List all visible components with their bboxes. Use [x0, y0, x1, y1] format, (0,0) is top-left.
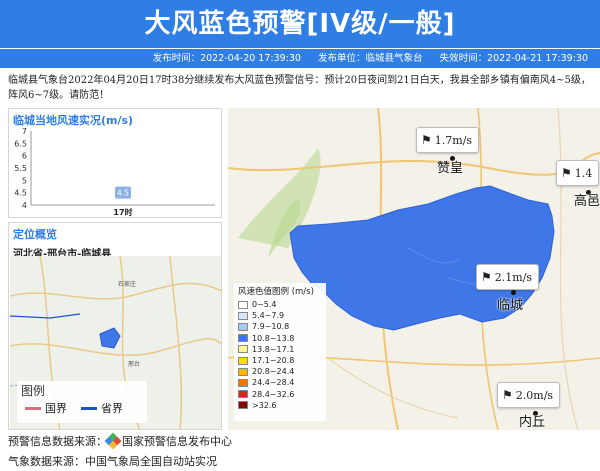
y-tick-label: 4 [22, 201, 27, 210]
publish-time: 发布时间：2022-04-20 17:39:30 [152, 53, 301, 64]
station-speed: 2.0m/s [515, 389, 554, 402]
wind-legend-swatch [238, 356, 248, 365]
wind-legend-label: 13.8~17.1 [252, 344, 295, 354]
y-tick-label: 5 [22, 176, 27, 185]
station-wind-box[interactable]: ⚑ 1.4 [556, 160, 600, 186]
weather-source-name: 中国气象局全国自动站实况 [85, 455, 217, 468]
legend-item-label: 省界 [101, 402, 123, 415]
y-tick-label: 4.5 [14, 189, 27, 198]
wind-legend-item: 28.4~32.6 [238, 389, 322, 400]
station-wind-box[interactable]: ⚑ 1.7m/s [416, 127, 480, 153]
station-name: 临城 [497, 298, 524, 313]
warning-source-label: 预警信息数据来源： [8, 435, 107, 448]
wind-flag-icon: ⚑ [481, 270, 492, 284]
y-tick-label: 6.5 [14, 139, 27, 148]
map-label-shijiazhuang: 石家庄 [118, 280, 136, 288]
national-border-line [25, 406, 41, 410]
warning-source: 预警信息数据来源： 国家预警信息发布中心 [8, 432, 232, 450]
location-panel-title: 定位概览 [13, 228, 57, 241]
wind-legend-item: 7.9~10.8 [238, 321, 322, 332]
wind-legend-item: 5.4~7.9 [238, 310, 322, 321]
wind-flag-icon: ⚑ [502, 388, 513, 402]
wind-legend-label: >32.6 [252, 400, 277, 410]
wind-speed-panel: 临城当地风速实况(m/s) 7 6.5 6 5.5 5 4.5 4 4.5 17时 [8, 108, 222, 218]
wind-legend-item: 0~5.4 [238, 299, 322, 310]
station-speed: 1.4 [574, 167, 593, 180]
wind-legend-swatch [238, 401, 248, 410]
wind-legend-swatch [238, 378, 248, 387]
wind-legend-swatch [238, 345, 248, 354]
station-speed: 1.7m/s [434, 134, 473, 147]
wind-legend-swatch [238, 334, 248, 343]
wind-legend-swatch [238, 322, 248, 331]
publish-unit: 发布单位：临城县气象台 [318, 53, 423, 64]
wind-legend-item: 17.1~20.8 [238, 355, 322, 366]
wind-speed-legend: 风速色值图例 (m/s) 0~5.4 5.4~7.9 7.9~10.8 10.8~13… [234, 283, 326, 421]
station-speed: 2.1m/s [494, 271, 533, 284]
y-tick-label: 6 [22, 152, 27, 161]
wind-legend-label: 28.4~32.6 [252, 389, 295, 399]
wind-legend-label: 24.4~28.4 [252, 378, 295, 388]
wind-legend-swatch [238, 367, 248, 376]
wind-bar-label: 4.5 [117, 189, 129, 198]
meta-bar: 发布时间：2022-04-20 17:39:30 发布单位：临城县气象台 失效时… [0, 49, 600, 68]
wind-legend-item: 10.8~13.8 [238, 333, 322, 344]
province-border-line [81, 406, 97, 410]
wind-speed-chart: 7 6.5 6 5.5 5 4.5 4 4.5 17时 [14, 127, 215, 217]
wind-legend-label: 20.8~24.4 [252, 367, 295, 377]
x-category-label: 17时 [113, 207, 132, 217]
overview-legend: 图例 国界 省界 [17, 381, 147, 423]
warning-description: 临城县气象台2022年04月20日17时38分继续发布大风蓝色预警信号：预计20… [8, 75, 591, 101]
y-tick-label: 5.5 [14, 164, 27, 173]
y-tick-label: 7 [22, 127, 27, 136]
wind-legend-item: 24.4~28.4 [238, 377, 322, 388]
station-wind-box[interactable]: ⚑ 2.0m/s [497, 382, 561, 408]
wind-flag-icon: ⚑ [421, 133, 432, 147]
station-name: 高邑 [574, 194, 600, 209]
station-name: 内丘 [519, 415, 546, 430]
wind-legend-label: 5.4~7.9 [252, 311, 285, 321]
wind-legend-label: 0~5.4 [252, 300, 277, 310]
wind-legend-swatch [238, 300, 248, 309]
legend-item-label: 国界 [45, 402, 67, 415]
warning-source-name[interactable]: 国家预警信息发布中心 [122, 435, 232, 448]
wind-legend-item: 20.8~24.4 [238, 366, 322, 377]
wind-legend-item: 13.8~17.1 [238, 344, 322, 355]
wind-legend-label: 10.8~13.8 [252, 333, 295, 343]
wind-legend-swatch [238, 311, 248, 320]
station-wind-box[interactable]: ⚑ 2.1m/s [476, 264, 540, 290]
wind-legend-label: 7.9~10.8 [252, 322, 290, 332]
wind-flag-icon: ⚑ [561, 166, 572, 180]
station-name: 赞皇 [437, 161, 464, 176]
expire-time: 失效时间：2022-04-21 17:39:30 [439, 53, 588, 64]
overview-legend-title: 图例 [21, 384, 46, 398]
wind-legend-swatch [238, 390, 248, 399]
wind-legend-item: >32.6 [238, 400, 322, 411]
map-label-xingtai: 邢台 [128, 360, 140, 368]
legend-item-national-border: 国界 省界 [17, 400, 147, 416]
wind-legend-label: 17.1~20.8 [252, 356, 295, 366]
location-panel: 定位概览 河北省-邢台市-临城县 石家庄 邢台 图例 国界 省界 [8, 222, 222, 430]
warning-center-logo-icon [104, 432, 122, 450]
weather-source: 气象数据来源：中国气象局全国自动站实况 [8, 453, 217, 469]
weather-source-label: 气象数据来源： [8, 455, 85, 468]
warning-title: 大风蓝色预警[IV级/一般] [0, 0, 600, 48]
wind-legend-title: 风速色值图例 (m/s) [238, 287, 314, 297]
